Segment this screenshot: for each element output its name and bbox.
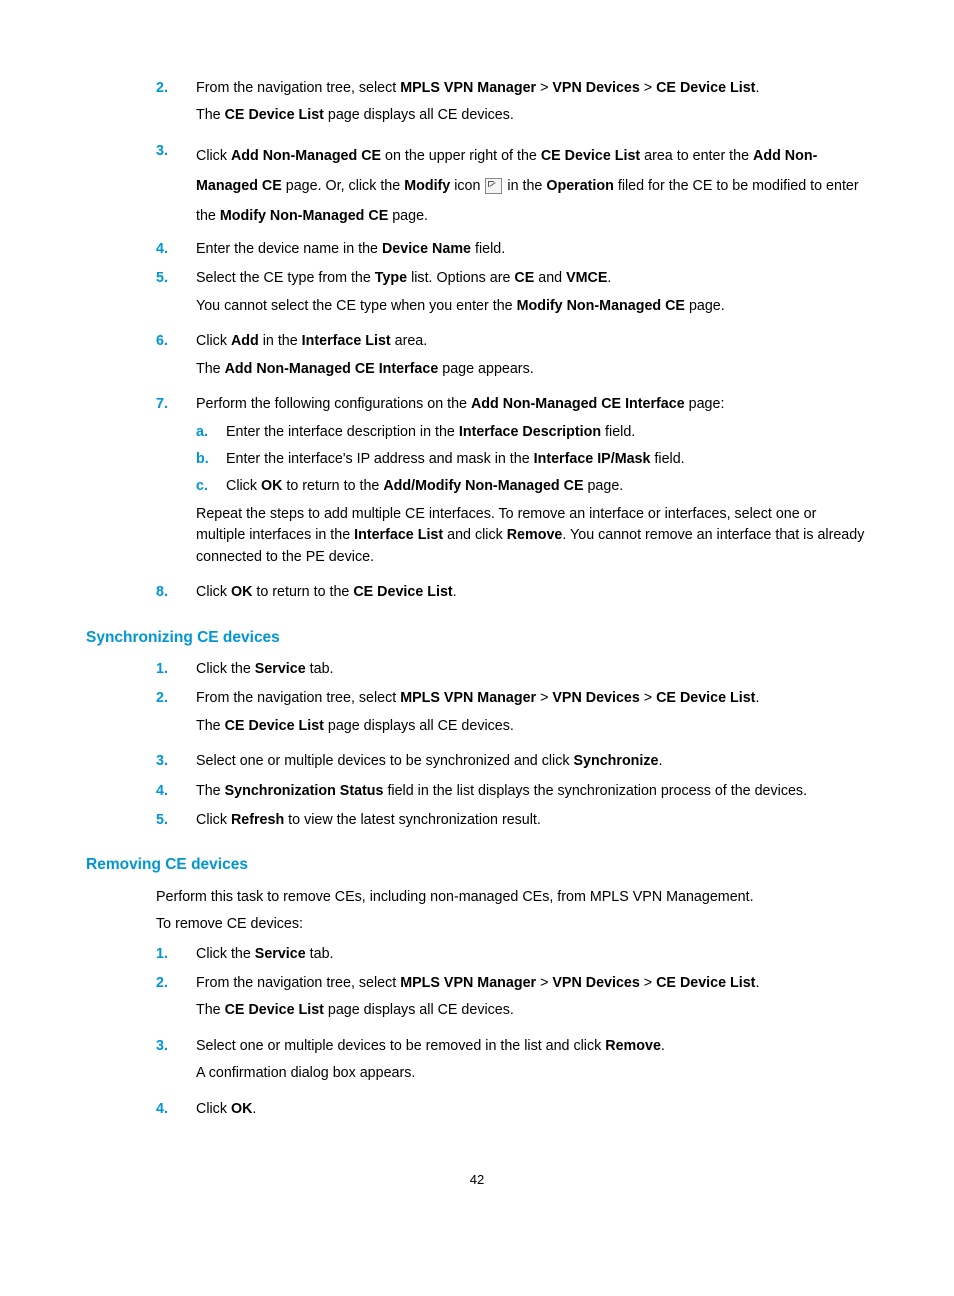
remove-step-1: 1. Click the Service tab. (156, 944, 868, 965)
step-3: 3. Click Add Non-Managed CE on the upper… (156, 141, 868, 231)
heading-remove-ce: Removing CE devices (86, 853, 868, 876)
step-6: 6. Click Add in the Interface List area.… (156, 331, 868, 386)
remove-step-3: 3. Select one or multiple devices to be … (156, 1036, 868, 1091)
step-number: 4. (156, 239, 196, 260)
sync-step-4: 4. The Synchronization Status field in t… (156, 781, 868, 802)
step-body: Click Add in the Interface List area. Th… (196, 331, 868, 386)
step-4: 4. Enter the device name in the Device N… (156, 239, 868, 260)
substep-a: a. Enter the interface description in th… (196, 422, 868, 443)
step-body: Select the CE type from the Type list. O… (196, 268, 868, 323)
sync-step-3: 3. Select one or multiple devices to be … (156, 751, 868, 772)
step-number: 6. (156, 331, 196, 386)
step-number: 3. (156, 141, 196, 231)
step-2: 2. From the navigation tree, select MPLS… (156, 78, 868, 133)
step-number: 7. (156, 394, 196, 574)
step-5: 5. Select the CE type from the Type list… (156, 268, 868, 323)
step-body: Perform the following configurations on … (196, 394, 868, 574)
modify-icon (485, 178, 502, 194)
substep-c: c. Click OK to return to the Add/Modify … (196, 476, 868, 497)
sync-step-2: 2. From the navigation tree, select MPLS… (156, 688, 868, 743)
heading-sync-ce: Synchronizing CE devices (86, 626, 868, 649)
step-8: 8. Click OK to return to the CE Device L… (156, 582, 868, 603)
step-body: Click Add Non-Managed CE on the upper ri… (196, 141, 868, 231)
remove-intro-1: Perform this task to remove CEs, includi… (156, 887, 868, 908)
step-number: 5. (156, 268, 196, 323)
remove-intro-2: To remove CE devices: (156, 914, 868, 935)
step-7: 7. Perform the following configurations … (156, 394, 868, 574)
step-body: Click OK to return to the CE Device List… (196, 582, 868, 603)
page-number: 42 (86, 1170, 868, 1190)
sync-step-1: 1. Click the Service tab. (156, 659, 868, 680)
step-body: Enter the device name in the Device Name… (196, 239, 868, 260)
remove-step-4: 4. Click OK. (156, 1099, 868, 1120)
step-number: 8. (156, 582, 196, 603)
step-body: From the navigation tree, select MPLS VP… (196, 78, 868, 133)
sync-step-5: 5. Click Refresh to view the latest sync… (156, 810, 868, 831)
step-7-note: Repeat the steps to add multiple CE inte… (196, 504, 868, 568)
substep-b: b. Enter the interface's IP address and … (196, 449, 868, 470)
remove-step-2: 2. From the navigation tree, select MPLS… (156, 973, 868, 1028)
step-number: 2. (156, 78, 196, 133)
